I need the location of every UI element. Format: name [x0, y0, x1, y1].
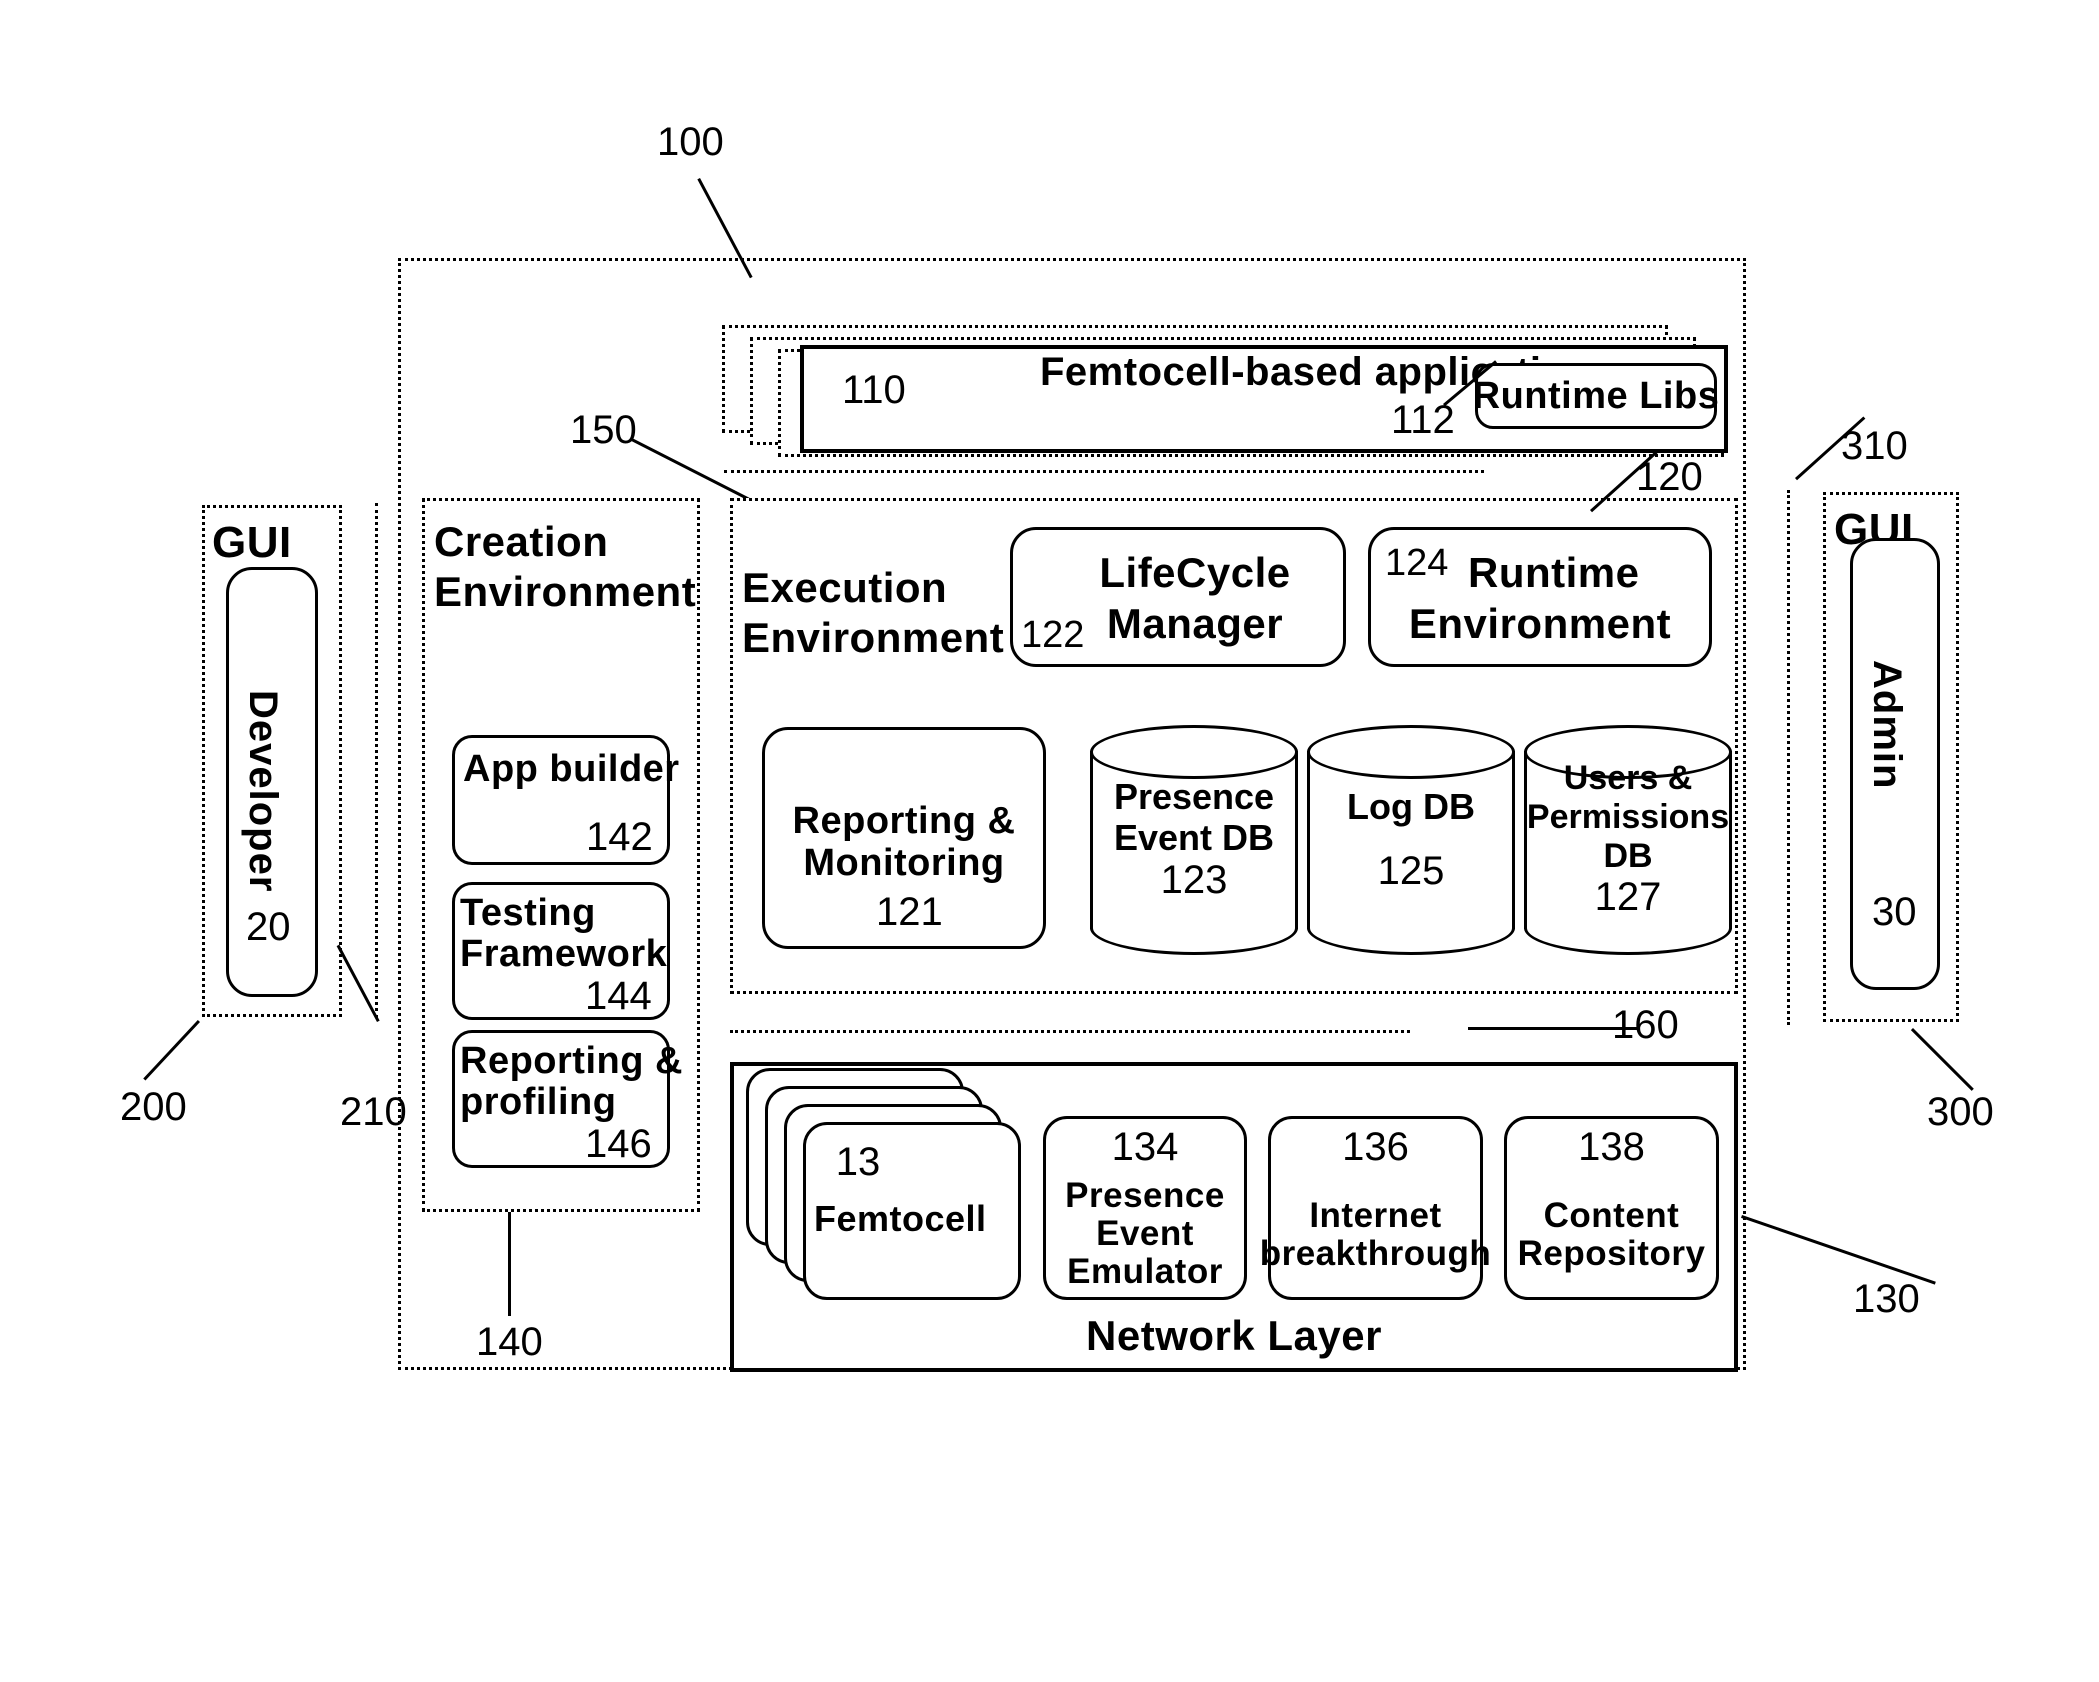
ref-124: 124 — [1385, 542, 1449, 584]
ref-136: 136 — [1342, 1125, 1409, 1169]
ref-121: 121 — [876, 890, 943, 934]
femtocell-label: Femtocell — [814, 1198, 987, 1239]
presence-event-emulator-line3: Emulator — [1067, 1252, 1223, 1291]
ref-310: 310 — [1841, 424, 1908, 468]
testing-framework-label-line1: Testing — [460, 892, 596, 934]
ref-100: 100 — [657, 120, 724, 164]
execution-environment-title-line2: Environment — [742, 614, 1005, 661]
runtime-environment-label-line1: Runtime — [1468, 549, 1640, 596]
ref-30: 30 — [1872, 890, 1917, 934]
presence-event-db-text: Presence Event DB 123 — [1090, 725, 1298, 955]
runtime-environment-label-line2: Environment — [1408, 600, 1672, 647]
app-interface-line — [724, 470, 1484, 473]
reporting-monitoring-label-line2: Monitoring — [803, 842, 1005, 884]
ref-13: 13 — [835, 1140, 881, 1184]
users-permissions-db-line3: DB — [1603, 836, 1653, 875]
figure-canvas: 100 110 Femtocell-based applications Run… — [0, 0, 2099, 1682]
ref-144: 144 — [585, 974, 652, 1018]
ref-142: 142 — [586, 815, 653, 859]
leader-300 — [1910, 1028, 1974, 1091]
log-db-text: Log DB 125 — [1307, 725, 1515, 955]
developer-link-line — [375, 503, 378, 1018]
internet-breakthrough-line1: Internet — [1309, 1196, 1442, 1235]
lifecycle-manager-label-line2: Manager — [1106, 600, 1284, 647]
ref-210: 210 — [340, 1090, 407, 1134]
reporting-monitoring-label-line1: Reporting & — [792, 800, 1016, 842]
reporting-profiling-label-line1: Reporting & — [460, 1040, 683, 1082]
internet-breakthrough-line2: breakthrough — [1259, 1234, 1492, 1273]
content-repository-line2: Repository — [1517, 1234, 1706, 1273]
leader-210 — [336, 944, 380, 1022]
app-builder-label: App builder — [463, 748, 680, 790]
ref-200: 200 — [120, 1085, 187, 1129]
ref-146: 146 — [585, 1122, 652, 1166]
ref-20: 20 — [246, 905, 291, 949]
ref-125: 125 — [1377, 848, 1445, 893]
network-interface-line — [730, 1030, 1410, 1033]
execution-environment-title-line1: Execution — [742, 564, 948, 611]
ref-110: 110 — [842, 368, 906, 412]
lifecycle-manager-label-line1: LifeCycle — [1099, 549, 1291, 596]
ref-150: 150 — [570, 408, 637, 452]
users-permissions-db-line1: Users & — [1563, 759, 1693, 798]
testing-framework-label-line2: Framework — [460, 933, 668, 975]
presence-event-db-line2: Event DB — [1113, 817, 1275, 859]
leader-200 — [143, 1019, 200, 1081]
admin-link-line — [1787, 490, 1790, 1025]
ref-138: 138 — [1578, 1125, 1645, 1169]
network-layer-title: Network Layer — [1086, 1312, 1382, 1359]
ref-130: 130 — [1853, 1277, 1920, 1321]
leader-130 — [1741, 1215, 1936, 1285]
log-db-line1: Log DB — [1347, 785, 1475, 827]
creation-environment-title-line1: Creation — [434, 518, 609, 565]
users-permissions-db-cylinder[interactable]: Users & Permissions DB 127 — [1524, 725, 1732, 955]
ref-127: 127 — [1594, 875, 1662, 920]
ref-300: 300 — [1927, 1090, 1994, 1134]
runtime-libs-label: Runtime Libs — [1472, 374, 1720, 417]
presence-event-emulator-line2: Event — [1096, 1214, 1194, 1253]
ref-122: 122 — [1021, 614, 1085, 656]
presence-event-db-line1: Presence — [1113, 776, 1275, 818]
leader-140 — [508, 1212, 511, 1316]
presence-event-emulator-line1: Presence — [1065, 1176, 1225, 1215]
developer-gui-label: GUI — [212, 518, 292, 567]
admin-actor-label: Admin — [1865, 660, 1909, 790]
users-permissions-db-line2: Permissions — [1526, 797, 1730, 836]
ref-140: 140 — [476, 1320, 543, 1364]
developer-actor-label: Developer — [241, 690, 285, 893]
creation-environment-title-line2: Environment — [434, 568, 697, 615]
reporting-profiling-label-line2: profiling — [460, 1081, 617, 1123]
ref-160: 160 — [1612, 1003, 1679, 1047]
ref-134: 134 — [1111, 1125, 1179, 1169]
users-permissions-db-text: Users & Permissions DB 127 — [1524, 725, 1732, 955]
log-db-cylinder[interactable]: Log DB 125 — [1307, 725, 1515, 955]
content-repository-line1: Content — [1543, 1196, 1680, 1235]
ref-123: 123 — [1160, 858, 1228, 903]
presence-event-db-cylinder[interactable]: Presence Event DB 123 — [1090, 725, 1298, 955]
